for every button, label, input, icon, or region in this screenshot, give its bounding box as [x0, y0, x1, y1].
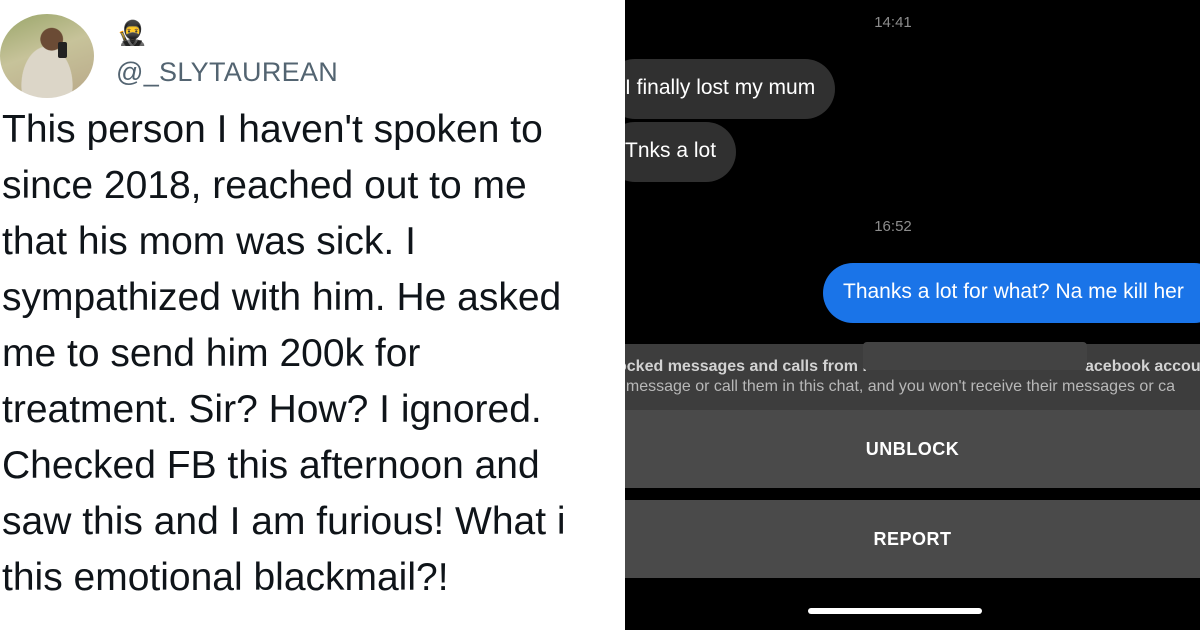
incoming-message[interactable]: I finally lost my mum — [625, 59, 836, 119]
phone-shape — [58, 42, 67, 58]
report-button[interactable]: REPORT — [625, 500, 1200, 578]
home-indicator[interactable] — [808, 608, 982, 614]
tweet-panel: 🥷 @_SLYTAUREAN This person I haven't spo… — [0, 0, 625, 630]
incoming-message[interactable]: Tnks a lot — [625, 122, 737, 182]
blocked-notice-title: ocked messages and calls from I — [625, 358, 867, 375]
ninja-emoji-icon: 🥷 — [117, 20, 147, 47]
timestamp: 14:41 — [874, 14, 912, 31]
tweet-text: This person I haven't spoken to since 20… — [2, 108, 566, 599]
user-handle[interactable]: @_SLYTAUREAN — [116, 57, 338, 88]
outgoing-message[interactable]: Thanks a lot for what? Na me kill her — [823, 263, 1200, 323]
blocked-notice-title-end: acebook accou — [1085, 358, 1200, 375]
blocked-notice-subtitle: t message or call them in this chat, and… — [625, 378, 1175, 395]
messenger-chat-panel: 14:41 I finally lost my mum Tnks a lot 1… — [625, 0, 1200, 630]
unblock-button[interactable]: UNBLOCK — [625, 410, 1200, 488]
redaction-box — [863, 342, 1087, 370]
avatar[interactable] — [0, 14, 94, 98]
timestamp: 16:52 — [874, 218, 912, 235]
